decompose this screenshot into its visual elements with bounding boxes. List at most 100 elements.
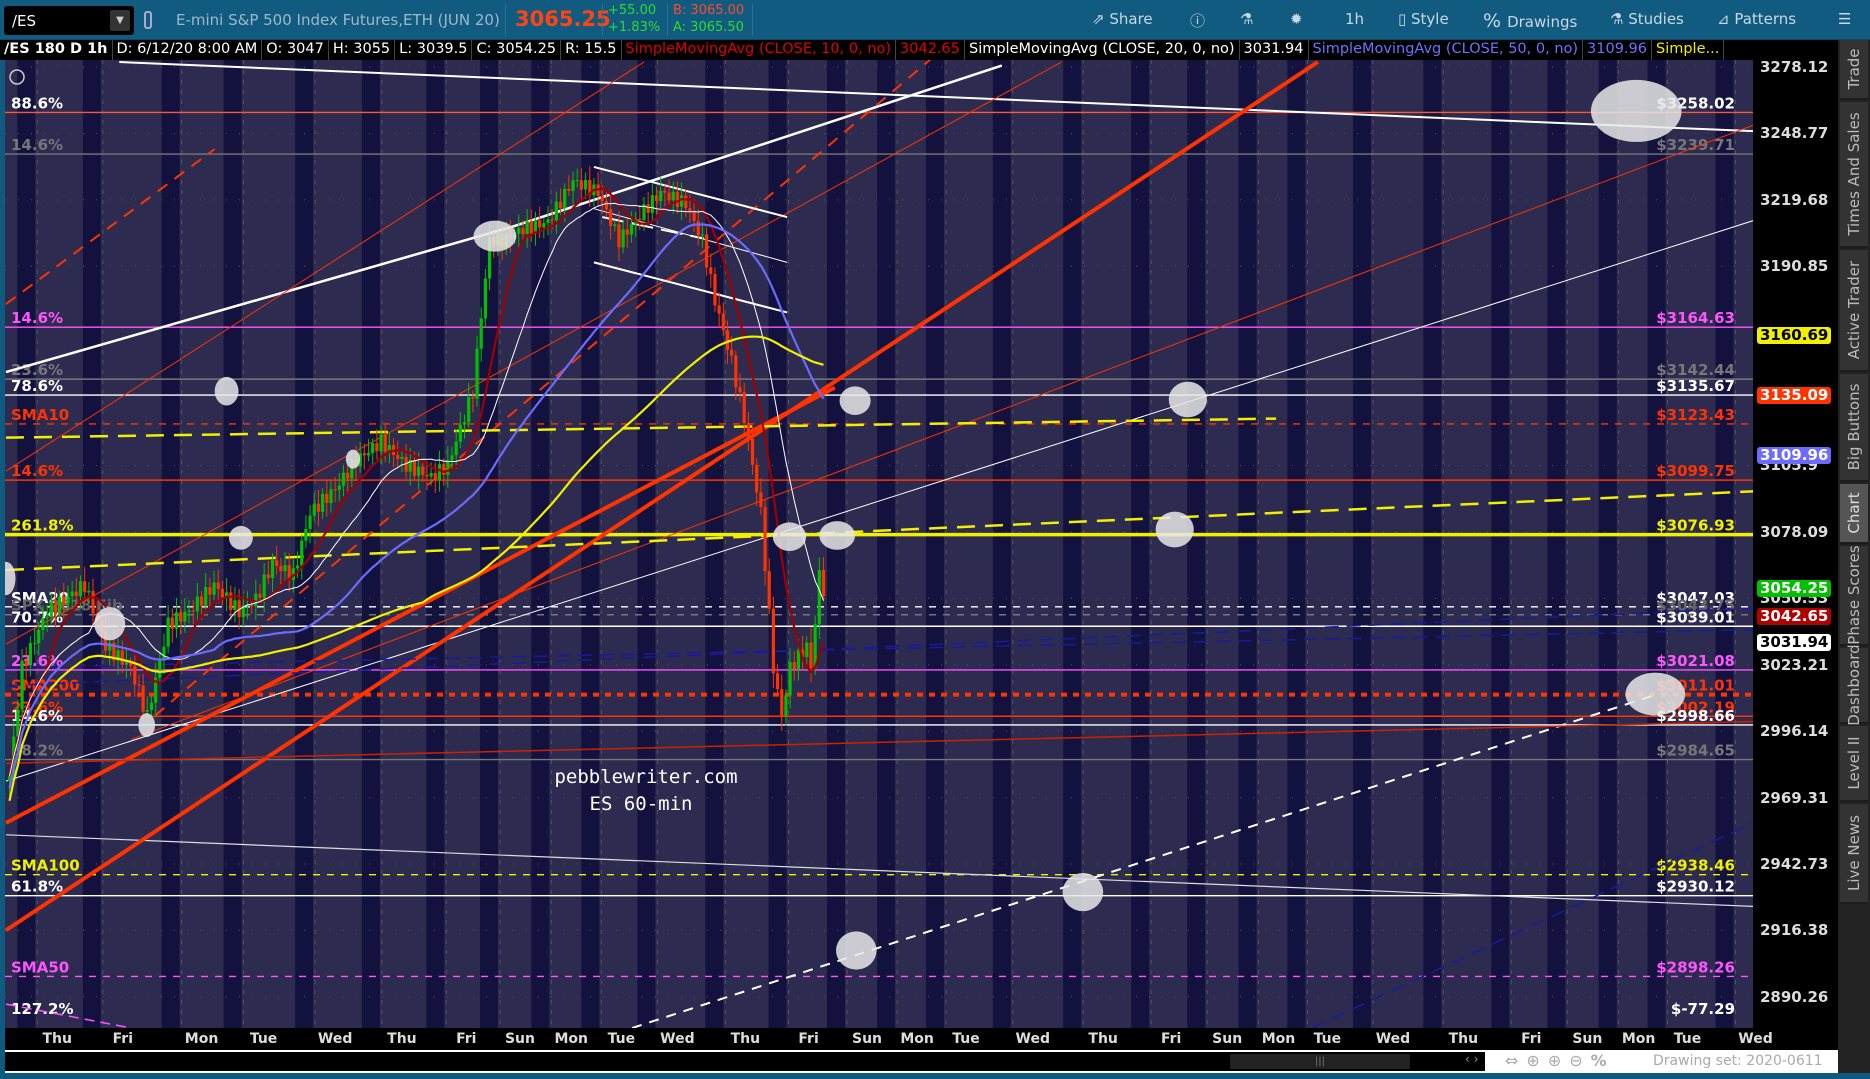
- sidebar-tab-live-news[interactable]: Live News: [1840, 804, 1868, 904]
- candle-body: [684, 195, 688, 209]
- session-band: [1352, 60, 1371, 1028]
- share-button[interactable]: ⇗ Share: [1092, 10, 1153, 28]
- date-tick-label: Fri: [798, 1031, 819, 1047]
- candle-body: [462, 422, 467, 425]
- candle-body: [74, 591, 78, 597]
- candle-body: [734, 355, 738, 388]
- chevron-down-icon[interactable]: ▼: [110, 10, 130, 31]
- horizontal-scrollbar[interactable]: |||: [5, 1052, 1485, 1071]
- interval-button[interactable]: 1h: [1345, 10, 1364, 28]
- sidebar-tab-level-ii[interactable]: Level II: [1840, 726, 1868, 802]
- sidebar-tab-times-and-sales[interactable]: Times And Sales: [1840, 102, 1868, 248]
- candle-body: [721, 313, 725, 331]
- crosshair-icon[interactable]: ⊕: [1526, 1051, 1547, 1070]
- candle-body: [58, 596, 62, 613]
- level-left-label: SMA100: [11, 857, 80, 875]
- candle-body: [654, 195, 659, 202]
- sma10-study[interactable]: SimpleMovingAvg (CLOSE, 10, 0, no): [622, 40, 897, 60]
- level-right-label: $3135.67: [1656, 377, 1735, 395]
- bar-low: L: 3039.5: [395, 40, 473, 60]
- price-chart[interactable]: 88.6% $3258.0214.6% $3239.7114.6% $3164.632…: [5, 60, 1753, 1028]
- candle-body: [809, 642, 813, 668]
- share-label: Share: [1109, 10, 1153, 28]
- candle-body: [767, 571, 771, 609]
- studies-button[interactable]: ⚗ Studies: [1610, 10, 1684, 28]
- candle-body: [784, 695, 788, 717]
- candle-body: [659, 190, 663, 202]
- candle-body: [124, 662, 129, 665]
- studies-label: Studies: [1628, 10, 1684, 28]
- patterns-icon: ⊿: [1717, 10, 1735, 28]
- info-icon[interactable]: ⓘ: [1190, 10, 1205, 31]
- candle-body: [337, 485, 341, 490]
- sidebar-tab-active-trader[interactable]: Active Trader: [1840, 250, 1868, 372]
- level-left-label: 261.8%: [11, 517, 73, 535]
- candle-body: [183, 611, 187, 622]
- percent-icon[interactable]: %: [1591, 1051, 1615, 1070]
- sidebar-tab-dashboard[interactable]: Dashboard: [1840, 644, 1868, 726]
- zoom-in-icon[interactable]: ⊕: [1548, 1051, 1569, 1070]
- scroll-thumb[interactable]: |||: [1230, 1054, 1410, 1069]
- date-tick-label: Wed: [1375, 1031, 1411, 1047]
- pan-icon[interactable]: ⇔: [1505, 1051, 1526, 1070]
- symbol-selector[interactable]: /ES ▼: [4, 6, 134, 35]
- price-badge: 3042.65: [1757, 608, 1832, 626]
- drawings-button[interactable]: % Drawings: [1483, 10, 1577, 32]
- candle-body: [663, 190, 667, 193]
- sidebar-tab-chart[interactable]: Chart: [1840, 484, 1868, 544]
- price-axis-label: 2969.31: [1760, 788, 1829, 807]
- candle-body: [233, 600, 237, 611]
- link-icon[interactable]: [144, 11, 152, 29]
- sidebar-tab-phase-scores[interactable]: Phase Scores: [1840, 545, 1868, 646]
- candle-body: [692, 210, 696, 221]
- candle-body: [266, 574, 270, 579]
- price-axis-label: 2916.38: [1760, 921, 1829, 940]
- date-tick-label: Wed: [1738, 1031, 1773, 1047]
- candle-body: [671, 191, 675, 201]
- candle-body: [195, 596, 199, 612]
- sma50-study[interactable]: SimpleMovingAvg (CLOSE, 50, 0, no): [1309, 40, 1584, 60]
- price-axis-label: 3278.12: [1760, 58, 1829, 76]
- candle-body: [133, 665, 137, 685]
- price-axis-label: 3190.85: [1760, 257, 1829, 276]
- candle-body: [625, 229, 629, 235]
- candle-body: [320, 493, 325, 512]
- patterns-label: Patterns: [1734, 10, 1797, 28]
- sma20-study[interactable]: SimpleMovingAvg (CLOSE, 20, 0, no): [965, 40, 1240, 60]
- sidebar-tab-trade[interactable]: Trade: [1840, 40, 1868, 100]
- price-axis-label: 3219.68: [1760, 190, 1829, 209]
- level-right-label: $2898.26: [1656, 958, 1735, 976]
- scroll-arrows-icon[interactable]: ‹ ›: [1465, 1052, 1478, 1066]
- level-left-label: SMA10: [11, 406, 69, 424]
- candle-body: [554, 201, 558, 221]
- sidebar-tab-big-buttons[interactable]: Big Buttons: [1840, 374, 1868, 482]
- drawing-set-selector[interactable]: Drawing set: 2020-0611: [1653, 1053, 1823, 1069]
- candle-body: [304, 528, 308, 541]
- net-change: +55.00: [608, 3, 657, 18]
- level-left-label: 14.6%: [11, 136, 63, 154]
- menu-icon[interactable]: ☰: [1838, 10, 1851, 28]
- zoom-out-icon[interactable]: ⊖: [1569, 1051, 1590, 1070]
- candle-body: [709, 267, 713, 275]
- zoom-tools[interactable]: ⇔⊕⊕⊖%: [1505, 1051, 1615, 1070]
- candle-body: [483, 278, 487, 319]
- flask-icon[interactable]: ⚗: [1240, 10, 1253, 28]
- price-badge: 3160.69: [1757, 327, 1832, 345]
- candle-body: [421, 466, 425, 476]
- gear-icon[interactable]: ✹: [1290, 10, 1303, 28]
- session-band: [1287, 60, 1306, 1028]
- chart-info-bar: /ES 180 D 1h D: 6/12/20 8:00 AM O: 3047 H: …: [0, 40, 1838, 60]
- watermark-line2: ES 60-min: [590, 793, 693, 815]
- session-band: [1598, 60, 1617, 1028]
- candle-body: [717, 305, 721, 314]
- flask-icon: ⚗: [1610, 10, 1629, 28]
- highlight-circle: [839, 386, 871, 416]
- session-band: [1131, 60, 1150, 1028]
- candle-body: [78, 581, 83, 597]
- candle-body: [750, 438, 755, 465]
- style-button[interactable]: ▯ Style: [1398, 10, 1449, 28]
- date-tick-label: Thu: [387, 1031, 417, 1047]
- more-studies[interactable]: Simple...: [1652, 40, 1725, 60]
- patterns-button[interactable]: ⊿ Patterns: [1717, 10, 1796, 28]
- bottom-bar: ||| ‹ › ⇔⊕⊕⊖% Drawing set: 2020-0611: [5, 1050, 1838, 1073]
